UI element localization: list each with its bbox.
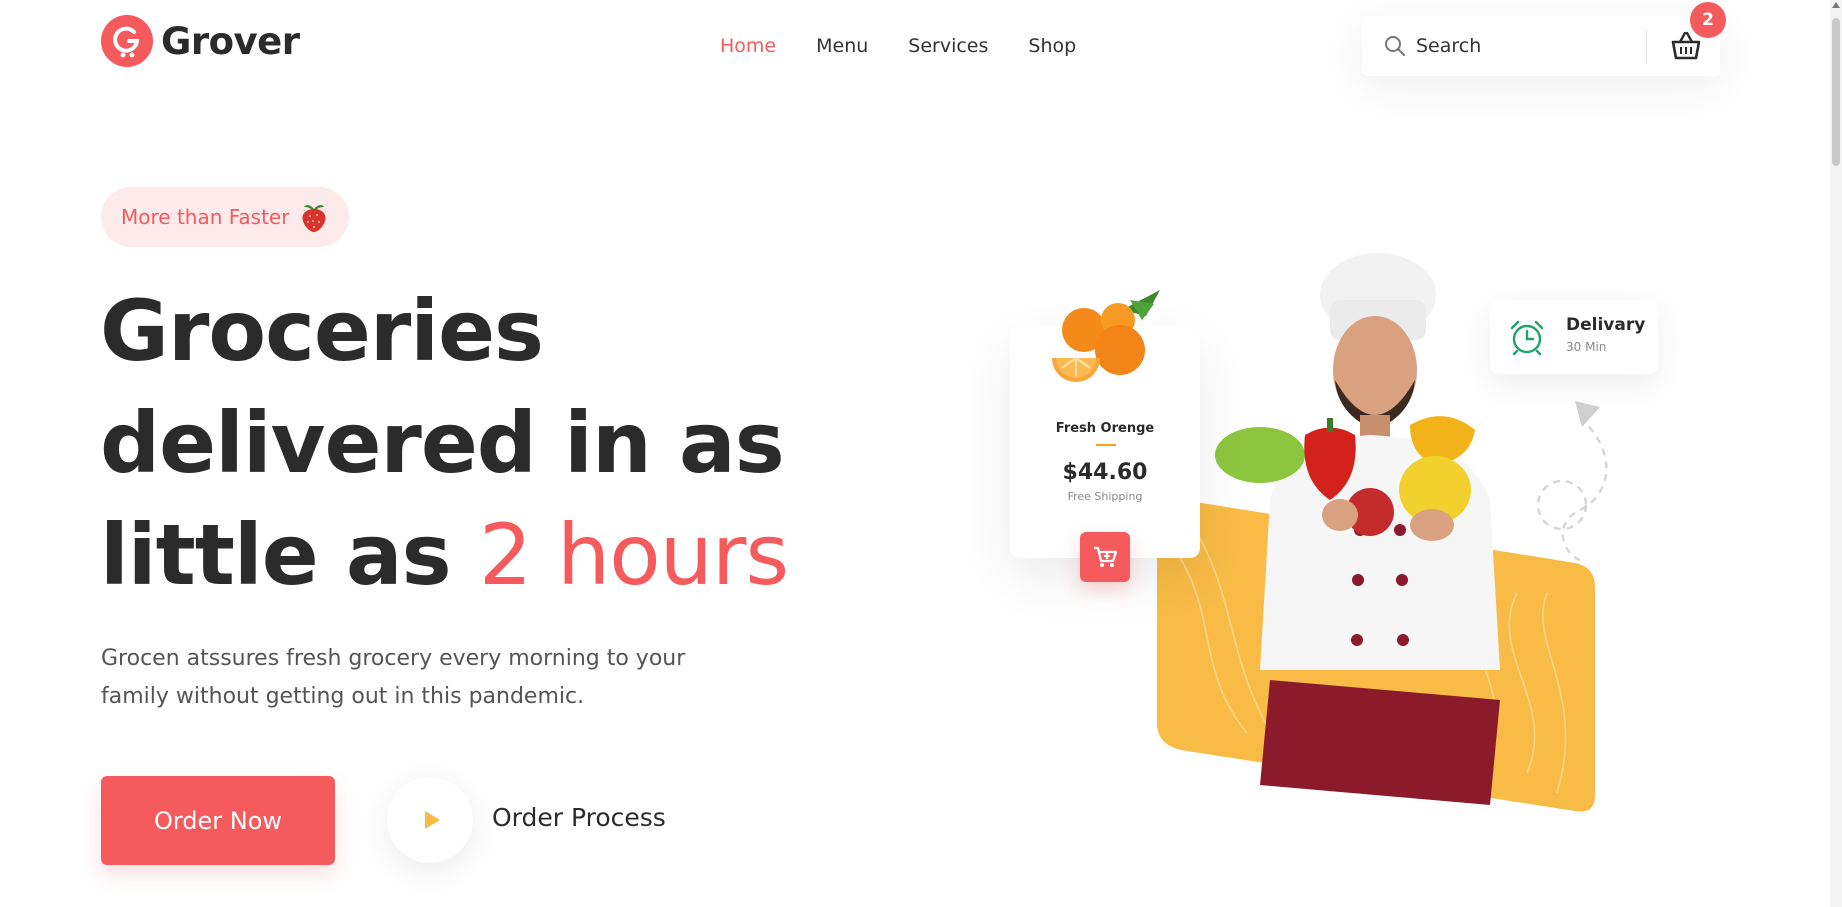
- page-scrollbar[interactable]: [1830, 0, 1842, 907]
- cart-count-badge: 2: [1690, 2, 1726, 38]
- order-now-button[interactable]: Order Now: [101, 776, 335, 865]
- nav-services[interactable]: Services: [908, 35, 988, 57]
- delivery-card: Delivary 30 Min: [1490, 300, 1658, 374]
- hero-headline: Groceries delivered in as little as 2 ho…: [100, 275, 860, 611]
- product-shipping: Free Shipping: [1067, 490, 1143, 503]
- product-name: Fresh Orenge: [1055, 421, 1155, 436]
- strawberry-icon: [302, 205, 326, 232]
- delivery-title: Delivary: [1566, 315, 1646, 335]
- product-price: $44.60: [1062, 460, 1148, 485]
- brand-name: Grover: [161, 19, 300, 63]
- scroll-up-arrow-icon[interactable]: [1832, 2, 1840, 8]
- main-nav: Home Menu Services Shop: [720, 35, 1076, 57]
- add-to-cart-button[interactable]: [1080, 532, 1130, 582]
- hero-tag: More than Faster: [101, 187, 350, 247]
- delivery-time: 30 Min: [1566, 340, 1607, 354]
- headline-line-2: delivered in as: [100, 394, 785, 492]
- brand-logo[interactable]: Grover: [101, 15, 300, 67]
- search-input[interactable]: [1416, 35, 1626, 57]
- add-to-cart-icon: [1094, 546, 1118, 567]
- search-icon[interactable]: [1384, 35, 1406, 57]
- nav-shop[interactable]: Shop: [1028, 35, 1076, 57]
- dashed-route-decoration: [1536, 401, 1608, 562]
- search-divider: [1646, 30, 1647, 64]
- logo-mark-icon: [101, 15, 153, 67]
- product-divider: [1096, 444, 1116, 446]
- alarm-clock-icon: [1510, 320, 1544, 356]
- scrollbar-thumb[interactable]: [1832, 18, 1840, 166]
- hero-description: Grocen atssures fresh grocery every morn…: [101, 646, 686, 709]
- order-process-link[interactable]: Order Process: [492, 803, 666, 832]
- headline-line-1: Groceries: [100, 282, 544, 380]
- search-bar: [1362, 16, 1720, 76]
- nav-home[interactable]: Home: [720, 35, 776, 57]
- headline-accent: 2 hours: [478, 506, 789, 604]
- play-video-button[interactable]: [387, 777, 473, 863]
- headline-line-3: little as: [100, 506, 479, 604]
- hero-tag-label: More than Faster: [121, 205, 290, 229]
- nav-menu[interactable]: Menu: [816, 35, 868, 57]
- oranges-image: [1052, 290, 1160, 382]
- play-icon: [424, 811, 440, 829]
